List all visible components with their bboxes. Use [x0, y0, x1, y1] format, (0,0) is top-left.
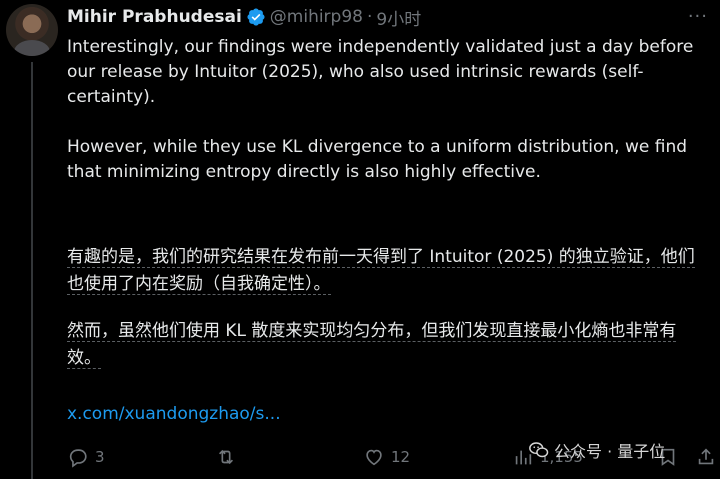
- watermark: 公众号 · 量子位: [528, 438, 665, 462]
- heart-icon: [366, 449, 382, 466]
- tweet-paragraph-2: However, while they use KL divergence to…: [67, 137, 688, 182]
- watermark-text: 公众号 · 量子位: [554, 442, 666, 461]
- thread-line: [31, 62, 33, 479]
- translation-text-1: 有趣的是，我们的研究结果在发布前一天得到了 Intuitor (2025) 的独…: [67, 247, 695, 295]
- reply-count: 3: [95, 448, 105, 466]
- verified-badge-icon: [247, 8, 265, 26]
- reply-icon: [69, 449, 87, 468]
- retweet-button[interactable]: [215, 446, 243, 468]
- tweet-paragraph-1: Interestingly, our findings were indepen…: [67, 37, 694, 107]
- author-name[interactable]: Mihir Prabhudesai: [67, 7, 242, 27]
- like-button[interactable]: 12: [363, 446, 410, 468]
- header-separator: ·: [366, 7, 373, 27]
- reply-button[interactable]: 3: [67, 446, 105, 468]
- retweet-icon: [218, 449, 234, 465]
- tweet-header: Mihir Prabhudesai @mihirp98 · 9小时: [67, 5, 421, 30]
- wechat-icon: [529, 442, 549, 458]
- avatar[interactable]: [6, 4, 58, 56]
- translation-paragraph-2: 然而，虽然他们使用 KL 散度来实现均匀分布，但我们发现直接最小化熵也非常有效。: [67, 318, 707, 372]
- tweet-body: Interestingly, our findings were indepen…: [67, 35, 707, 185]
- author-handle[interactable]: @mihirp98: [270, 7, 363, 27]
- more-icon[interactable]: ···: [688, 6, 708, 27]
- share-icon: [698, 448, 714, 465]
- like-count: 12: [391, 448, 411, 466]
- tweet-link[interactable]: x.com/xuandongzhao/s...: [67, 404, 281, 424]
- translation-paragraph-1: 有趣的是，我们的研究结果在发布前一天得到了 Intuitor (2025) 的独…: [67, 244, 707, 298]
- translation-text-2: 然而，虽然他们使用 KL 散度来实现均匀分布，但我们发现直接最小化熵也非常有效。: [67, 321, 677, 369]
- share-button[interactable]: [695, 446, 717, 468]
- post-time[interactable]: 9小时: [376, 5, 421, 30]
